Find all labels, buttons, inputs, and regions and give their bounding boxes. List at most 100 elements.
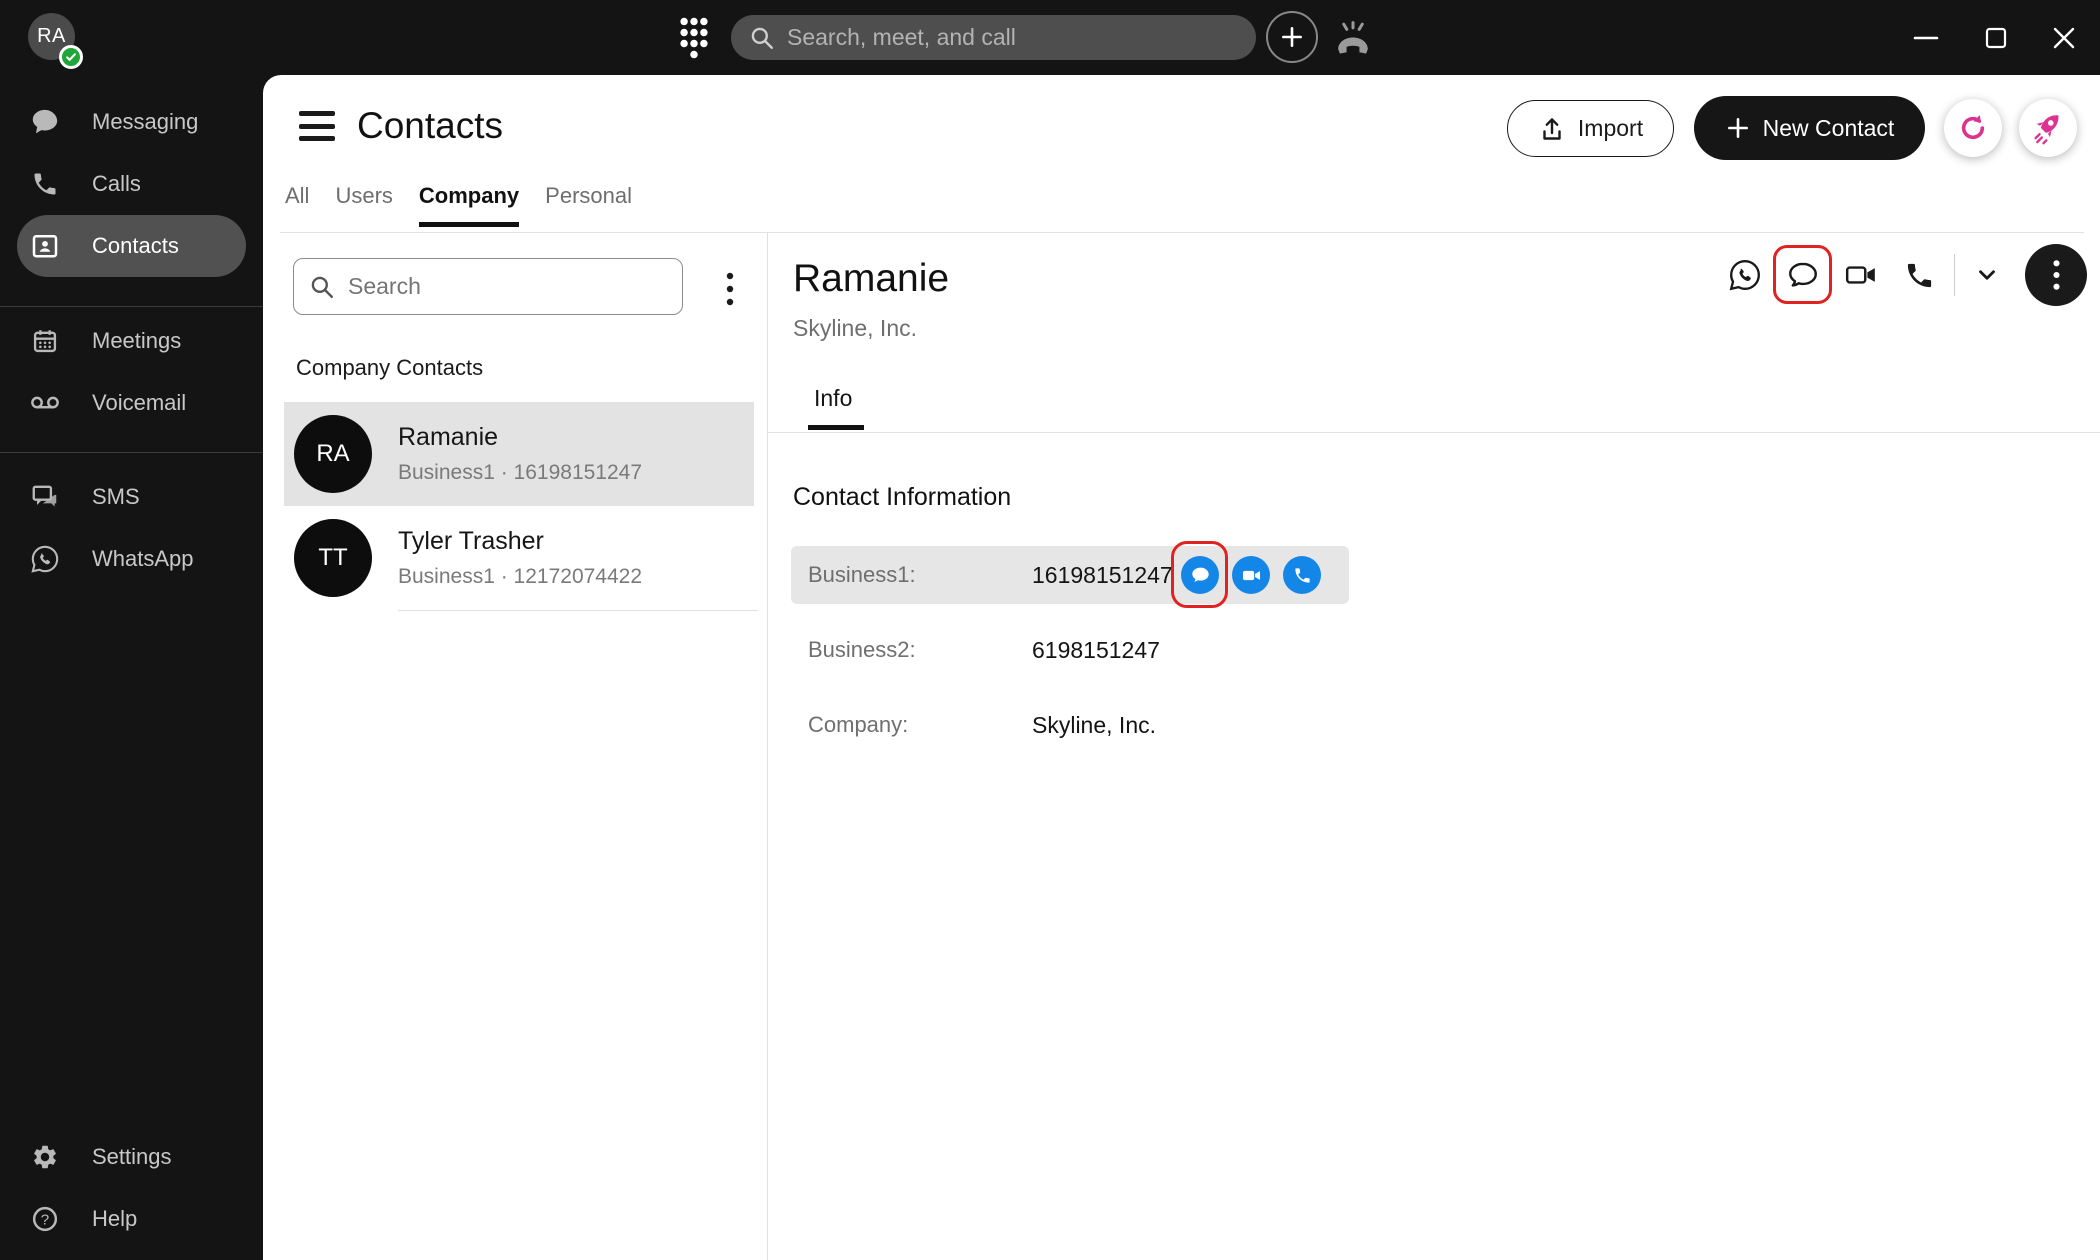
contact-row-ramanie[interactable]: RA Ramanie Business1 · 16198151247 — [284, 402, 754, 506]
phone-icon — [1293, 566, 1312, 585]
call-number-button[interactable] — [1283, 556, 1321, 594]
global-search — [731, 15, 1256, 60]
field-label: Business2: — [808, 637, 1032, 663]
contact-detail: Business1 · 16198151247 — [398, 461, 642, 485]
field-value: 16198151247 — [1032, 562, 1173, 589]
phone-icon — [30, 170, 60, 198]
message-action-button-highlighted[interactable] — [1786, 258, 1820, 292]
sidebar-item-messaging[interactable]: Messaging — [0, 91, 263, 153]
presence-available-badge — [59, 45, 83, 69]
detail-contact-company: Skyline, Inc. — [793, 315, 917, 342]
maximize-icon — [1981, 23, 2011, 53]
window-minimize-button[interactable] — [1906, 22, 1946, 54]
tab-personal[interactable]: Personal — [545, 183, 632, 227]
minimize-icon — [1911, 23, 1941, 53]
contact-information-title: Contact Information — [793, 483, 1011, 512]
sidebar-item-calls[interactable]: Calls — [0, 153, 263, 215]
video-camera-icon — [1241, 565, 1262, 586]
contact-search-input[interactable] — [348, 273, 667, 300]
detail-action-bar — [1728, 244, 2087, 306]
window-close-button[interactable] — [2044, 22, 2084, 54]
chat-bubble-icon — [1190, 565, 1211, 586]
new-actions-button[interactable] — [1266, 11, 1318, 63]
sidebar-item-meetings[interactable]: Meetings — [0, 310, 263, 372]
chat-bubble-icon — [1786, 258, 1820, 292]
video-action-button[interactable] — [1844, 258, 1878, 292]
voicemail-icon — [30, 392, 60, 414]
check-icon — [64, 50, 78, 64]
window-maximize-button[interactable] — [1976, 22, 2016, 54]
sidebar-item-contacts[interactable]: Contacts — [17, 215, 246, 277]
contact-search — [293, 258, 683, 315]
new-contact-button[interactable]: New Contact — [1694, 96, 1925, 160]
sidebar: Messaging Calls Contacts — [0, 75, 263, 1260]
sidebar-item-label: Voicemail — [92, 390, 186, 416]
whatsapp-icon — [1728, 258, 1762, 292]
menu-button[interactable] — [299, 111, 335, 141]
call-park-icon — [1332, 18, 1374, 58]
refresh-button[interactable] — [1944, 99, 2002, 157]
sidebar-item-label: Calls — [92, 171, 141, 197]
field-row-business1: Business1: 16198151247 — [791, 546, 1349, 604]
rocket-icon — [2030, 110, 2066, 146]
action-divider — [1954, 254, 1955, 296]
whats-new-button[interactable] — [2019, 99, 2077, 157]
close-icon — [2049, 23, 2079, 53]
section-label: Company Contacts — [296, 355, 483, 381]
gear-icon — [30, 1143, 60, 1171]
field-row-business2: Business2: 6198151247 — [791, 621, 1349, 679]
kebab-icon — [2052, 258, 2061, 292]
plus-icon — [1725, 115, 1751, 141]
list-more-options-button[interactable] — [710, 269, 750, 309]
import-button[interactable]: Import — [1507, 100, 1674, 157]
help-icon: ? — [30, 1205, 60, 1233]
sidebar-item-label: Contacts — [92, 233, 179, 259]
tab-users[interactable]: Users — [335, 183, 392, 227]
dialpad-button[interactable] — [674, 14, 714, 62]
contact-list-pane: Company Contacts RA Ramanie Business1 · … — [280, 233, 767, 1260]
calendar-icon — [30, 327, 60, 355]
chevron-down-icon — [1974, 262, 2000, 288]
contact-detail: Business1 · 12172074422 — [398, 565, 642, 589]
call-options-dropdown[interactable] — [1973, 258, 2001, 292]
video-number-button[interactable] — [1232, 556, 1270, 594]
refresh-icon — [1957, 112, 1989, 144]
global-search-input[interactable] — [787, 24, 1238, 51]
call-park-button[interactable] — [1330, 16, 1376, 60]
detail-more-options-button[interactable] — [2025, 244, 2087, 306]
detail-contact-name: Ramanie — [793, 257, 949, 301]
search-icon — [749, 25, 775, 51]
sidebar-item-settings[interactable]: Settings — [0, 1126, 263, 1188]
sidebar-item-whatsapp[interactable]: WhatsApp — [0, 528, 263, 590]
sidebar-item-voicemail[interactable]: Voicemail — [0, 372, 263, 434]
sidebar-item-label: SMS — [92, 484, 140, 510]
contact-row-tyler-trasher[interactable]: TT Tyler Trasher Business1 · 12172074422 — [284, 506, 754, 610]
profile-avatar[interactable]: RA — [28, 13, 78, 63]
field-value: Skyline, Inc. — [1032, 712, 1156, 739]
topbar: RA — [0, 0, 2100, 75]
field-label: Company: — [808, 712, 1032, 738]
call-action-button[interactable] — [1902, 258, 1936, 292]
tab-info[interactable]: Info — [814, 385, 852, 412]
whatsapp-action-button[interactable] — [1728, 258, 1762, 292]
contact-name: Tyler Trasher — [398, 527, 642, 556]
video-camera-icon — [1844, 258, 1878, 292]
phone-icon — [1904, 260, 1935, 291]
dialpad-icon — [678, 16, 710, 60]
sidebar-item-help[interactable]: ? Help — [0, 1188, 263, 1250]
contact-card-icon — [30, 231, 60, 261]
field-actions — [1181, 556, 1321, 594]
app-window: RA — [0, 0, 2100, 1260]
tab-company[interactable]: Company — [419, 183, 519, 227]
avatar: TT — [294, 519, 372, 597]
whatsapp-icon — [30, 544, 60, 574]
tab-all[interactable]: All — [285, 183, 309, 227]
sms-number-button-highlighted[interactable] — [1181, 556, 1219, 594]
field-row-company: Company: Skyline, Inc. — [791, 696, 1349, 754]
sidebar-item-sms[interactable]: SMS — [0, 466, 263, 528]
sidebar-item-label: Messaging — [92, 109, 198, 135]
sms-icon — [30, 482, 60, 512]
sidebar-divider — [0, 452, 263, 453]
new-contact-button-label: New Contact — [1763, 115, 1895, 142]
kebab-icon — [725, 271, 735, 307]
